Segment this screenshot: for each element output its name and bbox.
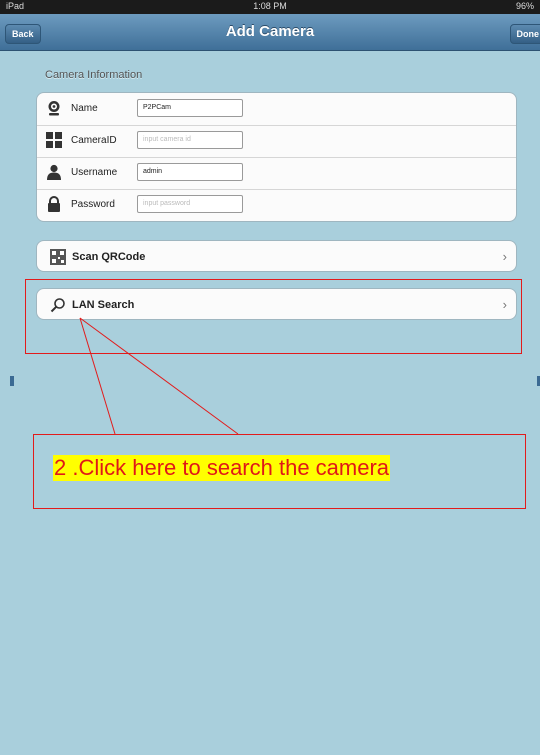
callout-pointer-lines <box>79 317 239 435</box>
callout-text: 2 .Click here to search the camera <box>53 455 391 481</box>
